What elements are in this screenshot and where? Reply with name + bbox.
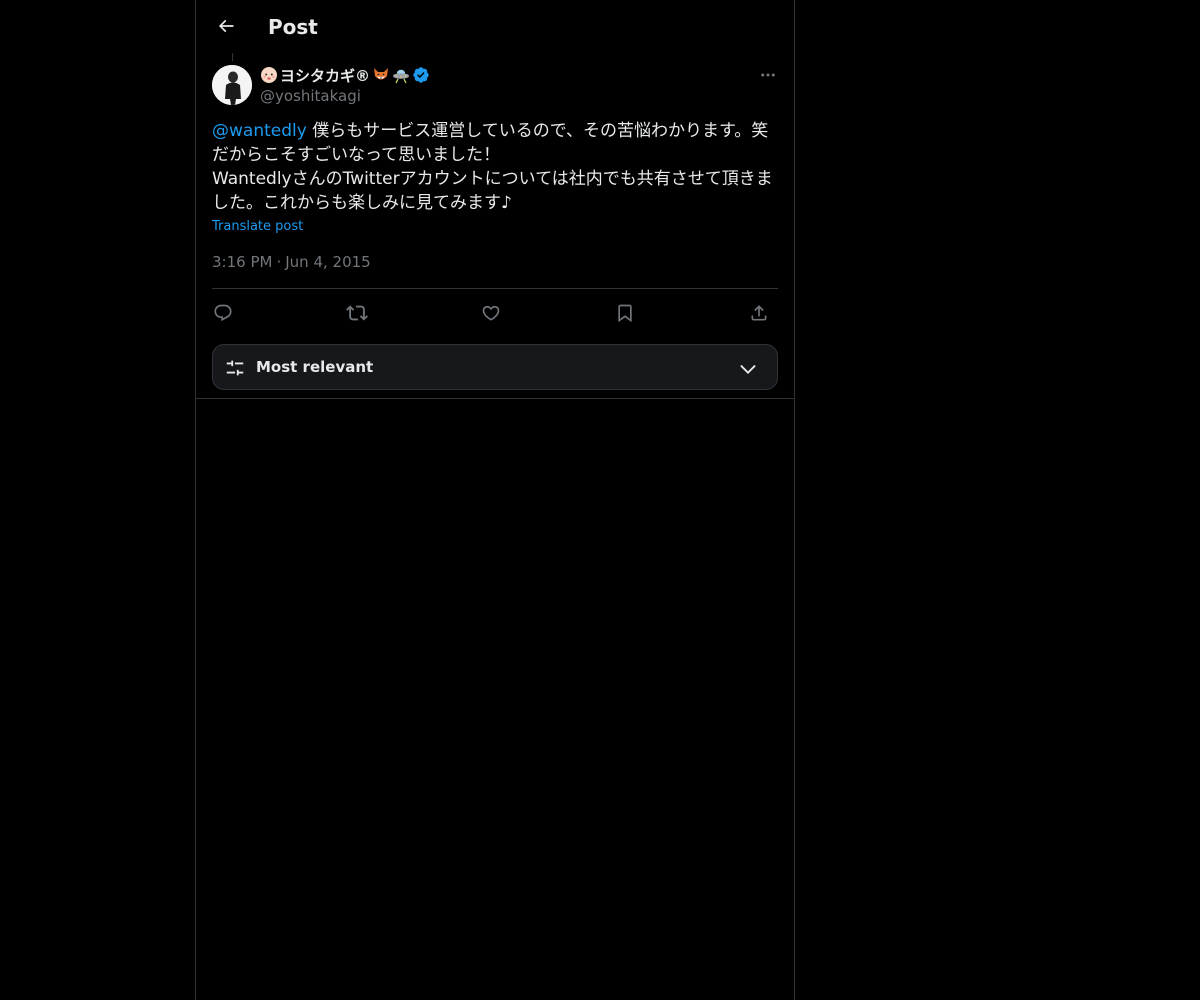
page-title: Post (268, 15, 318, 39)
verified-badge-icon[interactable] (412, 66, 430, 84)
author-handle[interactable]: @yoshitakagi (260, 86, 361, 106)
avatar-image (212, 65, 252, 105)
author-name-row[interactable]: ヨシタカギ® (260, 64, 430, 86)
ufo-emoji-icon (393, 69, 410, 84)
reply-sort-dropdown[interactable]: Most relevant (212, 344, 778, 390)
bookmark-icon (618, 304, 632, 323)
back-button[interactable] (208, 8, 244, 44)
repost-button[interactable] (340, 296, 374, 330)
repost-icon (346, 305, 368, 321)
action-bar (212, 296, 778, 330)
post-time: 3:16 PM (212, 253, 273, 271)
arrow-left-icon (218, 19, 234, 33)
baby-face-emoji-icon (261, 67, 277, 83)
author-display-name: ヨシタカギ® (280, 66, 371, 85)
mention-link[interactable]: @wantedly (212, 121, 307, 141)
section-divider (196, 398, 794, 399)
post-text: @wantedly 僕らもサービス運営しているので、その苦悩わかります。笑 だか… (212, 119, 778, 215)
share-button[interactable] (742, 296, 776, 330)
heart-icon (482, 305, 500, 321)
sort-label: Most relevant (256, 358, 374, 376)
translate-post-link[interactable]: Translate post (212, 218, 303, 236)
bookmark-button[interactable] (608, 296, 642, 330)
like-button[interactable] (474, 296, 508, 330)
reply-icon (214, 304, 232, 322)
divider (212, 288, 778, 289)
fox-emoji-icon (374, 68, 389, 80)
reply-button[interactable] (206, 296, 240, 330)
thread-connector-line (232, 53, 233, 61)
meta-separator: · (276, 253, 282, 271)
chevron-down-icon (740, 364, 756, 374)
post-date: Jun 4, 2015 (285, 253, 371, 271)
main-column: Post ヨシタカギ® @yoshitakagi @wantedly 僕らもサー… (195, 0, 795, 1000)
share-icon (751, 305, 767, 321)
avatar[interactable] (212, 65, 252, 105)
sliders-icon (226, 360, 244, 376)
post-timestamp[interactable]: 3:16 PM · Jun 4, 2015 (212, 252, 371, 272)
page-header: Post (196, 0, 794, 53)
more-options-button[interactable] (750, 62, 786, 88)
more-horizontal-icon (761, 73, 775, 77)
